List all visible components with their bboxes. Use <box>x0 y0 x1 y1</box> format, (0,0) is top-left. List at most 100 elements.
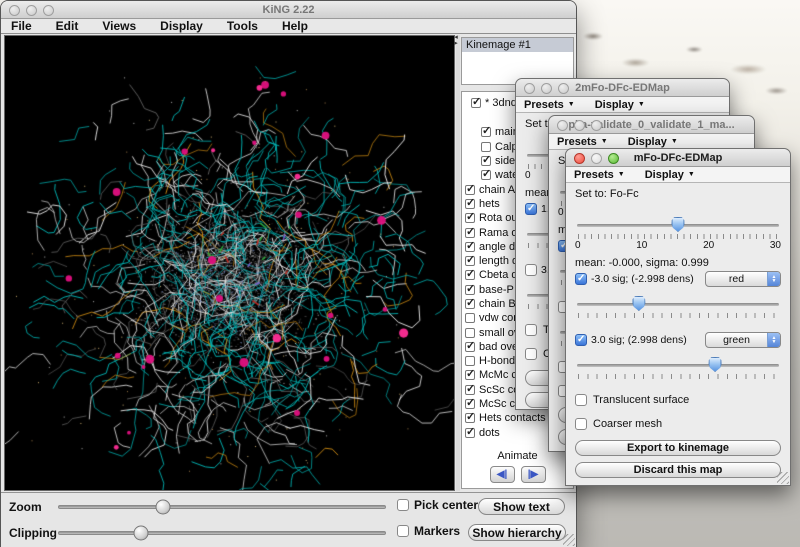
kinemage-list-item[interactable]: Kinemage #1 <box>462 38 573 52</box>
zoom-slider-thumb[interactable] <box>156 500 171 515</box>
animate-next-button[interactable]: |▶ <box>521 466 546 483</box>
slider-thumb[interactable] <box>632 296 645 311</box>
menu-label: Display <box>645 169 684 181</box>
markers-label: Markers <box>414 524 460 538</box>
tree-item-checkbox[interactable] <box>465 299 475 309</box>
menu-file[interactable]: File <box>11 19 32 33</box>
window-controls <box>524 83 569 94</box>
clipping-slider[interactable] <box>58 531 386 535</box>
coarser-checkbox[interactable] <box>575 418 587 430</box>
menu-display[interactable]: Display▼ <box>628 136 678 148</box>
dialog-titlebar[interactable]: mFo-DFc-EDMap <box>566 149 790 167</box>
zoom-slider[interactable] <box>58 505 386 509</box>
slider-thumb[interactable] <box>709 357 722 372</box>
zoom-window-button[interactable] <box>608 153 619 164</box>
molecule-viewport[interactable] <box>5 36 454 490</box>
slider-track <box>577 303 779 306</box>
sigma-checkbox[interactable] <box>575 273 587 285</box>
show-hierarchy-button[interactable]: Show hierarchy <box>468 524 566 541</box>
close-button[interactable] <box>574 153 585 164</box>
menu-display[interactable]: Display▼ <box>595 99 645 111</box>
tree-item-checkbox[interactable] <box>465 213 475 223</box>
slider-thumb[interactable] <box>672 217 685 232</box>
menu-label: Presets <box>557 136 597 148</box>
tree-item-checkbox[interactable] <box>465 313 475 323</box>
close-button[interactable] <box>9 5 20 16</box>
animate-prev-button[interactable]: ◀| <box>490 466 515 483</box>
sigma-checkbox[interactable] <box>525 203 537 215</box>
close-button[interactable] <box>557 120 568 131</box>
menu-presets[interactable]: Presets▼ <box>557 136 608 148</box>
menu-presets[interactable]: Presets▼ <box>524 99 575 111</box>
zoom-window-button[interactable] <box>43 5 54 16</box>
menu-display[interactable]: Display ▼ <box>645 169 695 181</box>
minimize-button[interactable] <box>574 120 585 131</box>
menu-help[interactable]: Help <box>282 19 308 33</box>
menu-label: Display <box>628 136 667 148</box>
coarser-label: Coarser mesh <box>593 418 662 430</box>
tree-item-checkbox[interactable] <box>481 156 491 166</box>
translucent-checkbox[interactable] <box>575 394 587 406</box>
menu-edit[interactable]: Edit <box>56 19 79 33</box>
menu-presets[interactable]: Presets▼ <box>574 169 625 181</box>
markers-checkbox[interactable] <box>397 525 409 537</box>
translucent-row: Translucent surface <box>575 393 781 407</box>
tree-item-checkbox[interactable] <box>465 328 475 338</box>
resize-grip[interactable] <box>777 472 789 484</box>
tree-item-checkbox[interactable] <box>465 399 475 409</box>
slider-ticks <box>578 374 778 379</box>
tree-item-checkbox[interactable] <box>465 285 475 295</box>
zoom-window-button[interactable] <box>558 83 569 94</box>
tree-item-checkbox[interactable] <box>481 170 491 180</box>
dialog-titlebar[interactable]: pka-validate_0_validate_1_ma... <box>549 116 754 134</box>
chevron-down-icon: ▼ <box>688 171 695 178</box>
tree-item-checkbox[interactable] <box>465 228 475 238</box>
tree-item-checkbox[interactable] <box>465 256 475 266</box>
tree-item-checkbox[interactable] <box>465 270 475 280</box>
bottom-control-panel: Zoom Clipping Pick center Markers Show t… <box>1 492 576 547</box>
minimize-button[interactable] <box>591 153 602 164</box>
color-dropdown[interactable]: green▲▼ <box>705 332 781 348</box>
close-button[interactable] <box>524 83 535 94</box>
zoom-window-button[interactable] <box>591 120 602 131</box>
tree-item-checkbox[interactable] <box>465 242 475 252</box>
split-collapse-arrows[interactable]: ◂▸ <box>452 35 460 47</box>
sigma-slider[interactable] <box>575 296 781 312</box>
minimize-button[interactable] <box>26 5 37 16</box>
clipping-slider-thumb[interactable] <box>133 526 148 541</box>
sigma-checkbox[interactable] <box>525 264 537 276</box>
tree-item-checkbox[interactable] <box>465 199 475 209</box>
discard-map-button[interactable]: Discard this map <box>575 462 781 478</box>
tree-item-checkbox[interactable] <box>471 98 481 108</box>
king-main-window[interactable]: KiNG 2.22 FileEditViewsDisplayToolsHelp … <box>0 0 577 547</box>
show-text-button[interactable]: Show text <box>478 498 565 515</box>
color-dropdown[interactable]: red▲▼ <box>705 271 781 287</box>
tree-item-checkbox[interactable] <box>465 185 475 195</box>
level-slider[interactable] <box>575 217 781 233</box>
tree-item-checkbox[interactable] <box>465 413 475 423</box>
translucent-checkbox[interactable] <box>525 324 537 336</box>
window-mfo-dfc-edmap[interactable]: mFo-DFc-EDMapPresets▼Display▼Set to: Fo-… <box>565 148 791 486</box>
menu-views[interactable]: Views <box>102 19 136 33</box>
main-titlebar[interactable]: KiNG 2.22 <box>1 1 576 19</box>
menu-display[interactable]: Display <box>160 19 203 33</box>
menu-tools[interactable]: Tools <box>227 19 258 33</box>
main-window-title: KiNG 2.22 <box>263 4 315 16</box>
tree-item-checkbox[interactable] <box>465 428 475 438</box>
dialog-titlebar[interactable]: 2mFo-DFc-EDMap <box>516 79 729 97</box>
resize-grip[interactable] <box>563 534 575 546</box>
tree-item-checkbox[interactable] <box>481 127 491 137</box>
sigma-slider[interactable] <box>575 357 781 373</box>
tree-item-checkbox[interactable] <box>465 342 475 352</box>
tree-item-checkbox[interactable] <box>465 356 475 366</box>
sigma-checkbox[interactable] <box>575 334 587 346</box>
export-kinemage-button[interactable]: Export to kinemage <box>575 440 781 456</box>
dialog-title: mFo-DFc-EDMap <box>634 152 723 164</box>
tree-item-checkbox[interactable] <box>481 142 491 152</box>
pick-center-checkbox[interactable] <box>397 499 409 511</box>
clipping-slider-label: Clipping <box>9 526 57 540</box>
tree-item-checkbox[interactable] <box>465 370 475 380</box>
tree-item-checkbox[interactable] <box>465 385 475 395</box>
minimize-button[interactable] <box>541 83 552 94</box>
coarser-checkbox[interactable] <box>525 348 537 360</box>
